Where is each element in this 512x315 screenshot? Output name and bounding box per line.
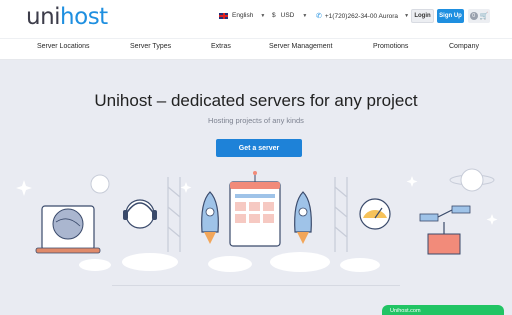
- get-server-button[interactable]: Get a server: [216, 139, 302, 157]
- caret-down-icon: ▼: [260, 12, 266, 19]
- caret-down-icon: ▼: [302, 12, 308, 19]
- language-label: English: [232, 12, 254, 19]
- nav-server-management[interactable]: Server Management: [269, 43, 332, 50]
- phone-number: +1(720)262-34-00 Aurora: [324, 12, 399, 20]
- section-divider: [112, 285, 400, 286]
- nav-company[interactable]: Company: [449, 43, 479, 50]
- phone-icon: ✆: [316, 13, 322, 20]
- nav-server-types[interactable]: Server Types: [130, 43, 171, 50]
- cart-count-badge: 0: [469, 12, 478, 20]
- rocket-right-illustration: [294, 191, 312, 244]
- signup-button[interactable]: Sign Up: [437, 9, 464, 23]
- nav-server-locations[interactable]: Server Locations: [37, 43, 90, 50]
- main-nav: Server Locations Server Types Extras Ser…: [0, 38, 512, 60]
- login-button[interactable]: Login: [411, 9, 434, 23]
- rocket-left-illustration: [201, 191, 219, 244]
- caret-down-icon: ▼: [404, 13, 410, 19]
- nav-extras[interactable]: Extras: [211, 43, 231, 50]
- hero-title: Unihost – dedicated servers for any proj…: [94, 91, 418, 110]
- logo-text-host: host: [60, 4, 108, 30]
- top-bar: unihost English ▼ $ USD ▼ ✆ +1(720)262-3…: [0, 0, 512, 38]
- unihost-logo[interactable]: unihost: [26, 4, 108, 30]
- headset-illustration: [123, 199, 157, 229]
- server-window-illustration: [229, 171, 281, 247]
- cart-icon: 🛒: [479, 13, 489, 20]
- clouds-decoration: [79, 252, 380, 272]
- uk-flag-icon: [219, 12, 228, 19]
- currency-symbol: $: [272, 12, 276, 19]
- currency-label: USD: [280, 12, 295, 19]
- satellite-illustration: [419, 205, 471, 255]
- planet-decoration: [90, 168, 495, 194]
- hero-subtitle: Hosting projects of any kinds: [208, 116, 304, 125]
- cart-button[interactable]: 0 🛒: [468, 9, 490, 23]
- nav-promotions[interactable]: Promotions: [373, 43, 408, 50]
- gauge-illustration: [359, 198, 391, 230]
- currency-selector[interactable]: $ USD ▼: [272, 12, 307, 19]
- chat-widget[interactable]: Unihost.com: [382, 305, 504, 315]
- language-selector[interactable]: English ▼: [219, 12, 265, 19]
- hero-illustration: [16, 168, 498, 272]
- phone-selector[interactable]: ✆ +1(720)262-34-00 Aurora ▼: [316, 12, 410, 21]
- logo-text-uni: uni: [26, 4, 61, 30]
- laptop-globe-illustration: [35, 205, 101, 254]
